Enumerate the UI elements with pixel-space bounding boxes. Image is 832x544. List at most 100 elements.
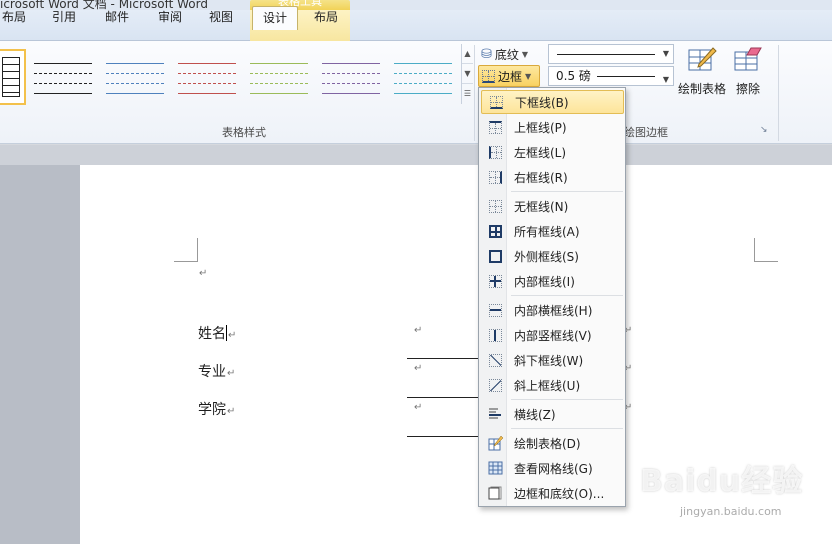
gallery-scroll-down-icon[interactable]: ▼ — [462, 64, 473, 84]
pen-style-dropdown[interactable]: ▼ — [548, 44, 674, 64]
tab-mailings[interactable]: 邮件 — [97, 6, 137, 30]
paragraph-mark: ↵ — [228, 330, 237, 341]
menu-item-inside-horizontal-border[interactable]: 内部横框线(H) — [481, 298, 624, 322]
menu-item-label: 上框线(P) — [514, 120, 567, 135]
shading-button[interactable]: ⛁ 底纹 ▼ — [481, 44, 528, 64]
menu-item-view-gridlines[interactable]: 查看网格线(G) — [481, 456, 624, 480]
menu-item-label: 右框线(R) — [514, 170, 568, 185]
inside-vertical-border-icon — [488, 328, 502, 342]
table-style-black[interactable] — [34, 55, 92, 99]
menu-item-label: 下框线(B) — [515, 95, 569, 110]
inside-borders-icon — [488, 274, 502, 288]
pen-weight-value: 0.5 磅 — [556, 69, 591, 83]
paragraph-mark: ↵ — [227, 406, 236, 417]
menu-item-draw-table[interactable]: 绘制表格(D) — [481, 431, 624, 455]
shading-label: 底纹 — [494, 47, 519, 62]
menu-item-diagonal-down-border[interactable]: 斜下框线(W) — [481, 348, 624, 372]
paragraph-mark: ↵ — [414, 402, 423, 413]
left-border-icon — [488, 145, 502, 159]
gallery-scrollbar[interactable]: ▲ ▼ ☰ — [461, 44, 473, 104]
table-style-selected[interactable] — [0, 49, 26, 105]
group-separator — [778, 45, 779, 141]
pen-weight-dropdown[interactable]: 0.5 磅 ▼ — [548, 66, 674, 86]
menu-item-horizontal-line[interactable]: 横线(Z) — [481, 402, 624, 426]
draw-table-pencil-icon — [687, 46, 717, 74]
menu-item-label: 边框和底纹(O)... — [514, 486, 605, 501]
menu-item-all-borders[interactable]: 所有框线(A) — [481, 219, 624, 243]
tab-view[interactable]: 视图 — [201, 6, 241, 30]
menu-item-no-border[interactable]: 无框线(N) — [481, 194, 624, 218]
borders-icon — [482, 69, 495, 83]
menu-item-borders-and-shading[interactable]: 边框和底纹(O)... — [481, 481, 624, 505]
right-border-icon — [488, 170, 502, 184]
menu-item-bottom-border[interactable]: 下框线(B) — [481, 90, 624, 114]
borders-dropdown-menu: 下框线(B) 上框线(P) 左框线(L) 右框线(R) 无框线(N) 所有框线(… — [478, 87, 626, 507]
table-styles-group-label: 表格样式 — [222, 126, 266, 139]
menu-item-left-border[interactable]: 左框线(L) — [481, 140, 624, 164]
page-corner-mark — [174, 238, 198, 262]
group-separator — [474, 45, 475, 141]
all-borders-icon — [488, 224, 502, 238]
menu-item-label: 斜下框线(W) — [514, 353, 584, 368]
paragraph-mark: ↵ — [227, 368, 236, 379]
field-label-text: 姓名 — [198, 326, 226, 342]
menu-item-right-border[interactable]: 右框线(R) — [481, 165, 624, 189]
menu-item-inside-vertical-border[interactable]: 内部竖框线(V) — [481, 323, 624, 347]
paint-bucket-icon: ⛁ — [481, 46, 492, 62]
tab-table-layout[interactable]: 布局 — [303, 6, 349, 30]
menu-item-label: 所有框线(A) — [514, 224, 580, 239]
menu-item-label: 内部竖框线(V) — [514, 328, 592, 343]
gallery-more-icon[interactable]: ☰ — [462, 84, 473, 104]
menu-separator — [511, 399, 623, 400]
tab-references[interactable]: 引用 — [44, 6, 84, 30]
menu-item-label: 横线(Z) — [514, 407, 556, 422]
eraser-button[interactable]: 擦除 — [732, 46, 764, 97]
gallery-scroll-up-icon[interactable]: ▲ — [462, 44, 473, 64]
menu-item-label: 查看网格线(G) — [514, 461, 593, 476]
menu-separator — [511, 295, 623, 296]
field-label-college[interactable]: 学院↵ — [198, 399, 235, 419]
field-label-text: 学院 — [198, 402, 226, 418]
field-label-major[interactable]: 专业↵ — [198, 361, 235, 381]
dialog-launcher-icon[interactable]: ↘ — [760, 125, 768, 135]
draw-table-button[interactable]: 绘制表格 — [676, 46, 728, 97]
bottom-border-icon — [489, 95, 503, 109]
horizontal-line-icon — [489, 408, 501, 419]
chevron-down-icon: ▼ — [521, 49, 529, 59]
tab-layout-page[interactable]: 布局 — [0, 6, 28, 30]
menu-item-top-border[interactable]: 上框线(P) — [481, 115, 624, 139]
table-style-aqua[interactable] — [394, 55, 452, 99]
eraser-icon — [733, 46, 763, 74]
no-border-icon — [488, 199, 502, 213]
table-style-blue[interactable] — [106, 55, 164, 99]
diagonal-down-border-icon — [488, 353, 502, 367]
text-cursor — [226, 325, 227, 341]
tab-table-design[interactable]: 设计 — [252, 6, 298, 30]
major-underline — [407, 397, 479, 398]
draw-borders-group-label: 绘图边框 — [624, 126, 668, 139]
chevron-down-icon: ▼ — [662, 75, 669, 84]
draw-table-label: 绘制表格 — [677, 82, 726, 96]
menu-item-label: 外侧框线(S) — [514, 249, 579, 264]
field-label-name[interactable]: 姓名 ↵ — [198, 323, 236, 343]
table-style-purple[interactable] — [322, 55, 380, 99]
chevron-down-icon: ▼ — [662, 49, 669, 58]
table-style-green[interactable] — [250, 55, 308, 99]
menu-item-diagonal-up-border[interactable]: 斜上框线(U) — [481, 373, 624, 397]
college-underline — [407, 436, 479, 437]
tab-review[interactable]: 审阅 — [150, 6, 190, 30]
table-style-red[interactable] — [178, 55, 236, 99]
menu-item-inside-borders[interactable]: 内部框线(I) — [481, 269, 624, 293]
baidu-watermark: Baidu经验 — [640, 464, 804, 499]
borders-and-shading-icon — [488, 486, 502, 500]
page-corner-mark — [754, 238, 778, 262]
menu-item-outside-borders[interactable]: 外侧框线(S) — [481, 244, 624, 268]
paragraph-mark: ↵ — [414, 325, 423, 336]
paragraph-mark: ↵ — [199, 268, 208, 279]
menu-separator — [511, 191, 623, 192]
borders-button[interactable]: 边框 ▼ — [478, 65, 540, 87]
borders-label: 边框 — [498, 69, 523, 84]
menu-item-label: 内部框线(I) — [514, 274, 575, 289]
diagonal-up-border-icon — [488, 378, 502, 392]
chevron-down-icon: ▼ — [525, 71, 532, 81]
